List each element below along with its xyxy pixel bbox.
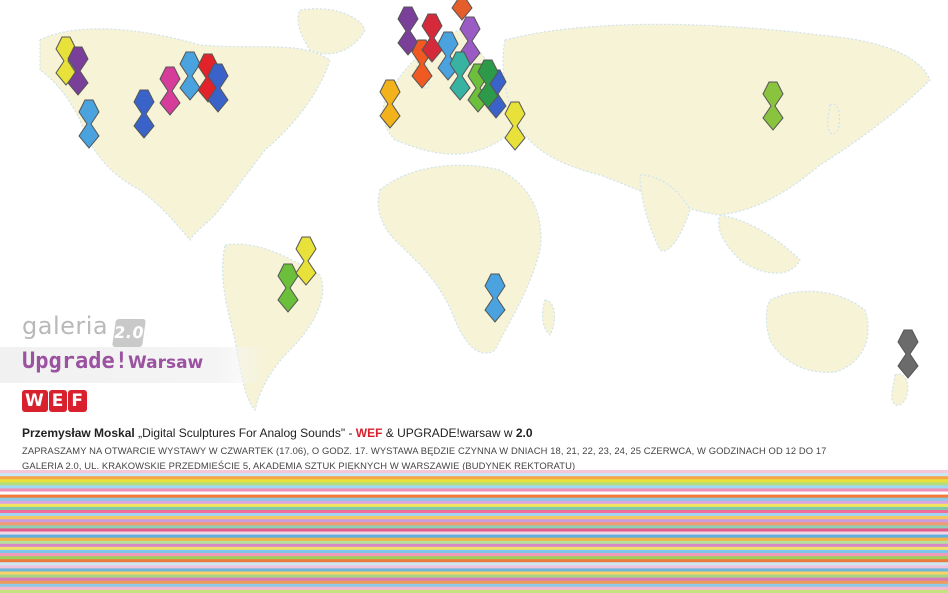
southeast-asia-landmass: [718, 214, 801, 274]
upgrade-warsaw-logo: Upgrade!Warsaw: [22, 349, 203, 374]
stripe: [0, 540, 948, 545]
stripe: [0, 516, 948, 520]
new-zealand-landmass: [891, 373, 909, 406]
stripe: [0, 528, 948, 532]
stripe: [0, 577, 948, 582]
stripe: [0, 491, 948, 496]
stripe: [0, 549, 948, 554]
headline: Przemysław Moskal „Digital Sculptures Fo…: [22, 426, 533, 440]
stripe: [0, 525, 948, 529]
stripe: [0, 506, 948, 511]
info-line-opening: ZAPRASZAMY NA OTWARCIE WYSTAWY W CZWARTE…: [22, 445, 827, 456]
stripe: [0, 470, 948, 474]
stripe: [0, 565, 948, 569]
stripe: [0, 574, 948, 579]
headline-wef: WEF: [355, 426, 383, 440]
stripe: [0, 543, 948, 548]
marker-shape: [897, 329, 919, 379]
headline-artist: Przemysław Moskal: [22, 426, 135, 440]
headline-title: „Digital Sculptures For Analog Sounds": [138, 426, 346, 440]
stripe: [0, 559, 948, 563]
rainbow-stripes: [0, 470, 948, 593]
headline-venue: 2.0: [515, 426, 533, 440]
stripe: [0, 562, 948, 566]
stripe: [0, 473, 948, 477]
stripe: [0, 503, 948, 508]
wef-logo-letter: W: [22, 390, 48, 412]
headline-rest: & UPGRADE!warsaw w: [382, 426, 516, 440]
stripe: [0, 500, 948, 505]
stripe: [0, 534, 948, 539]
stripe: [0, 580, 948, 585]
wef-logo-letter: F: [68, 390, 88, 412]
greenland-landmass: [297, 8, 366, 55]
wef-logo-letter: E: [48, 390, 68, 412]
stripe: [0, 537, 948, 542]
stripe: [0, 479, 948, 483]
galeria-badge: 2.0: [112, 319, 147, 347]
world-map: [39, 0, 931, 412]
stripe: [0, 513, 948, 517]
stripe: [0, 546, 948, 551]
stripe: [0, 583, 948, 588]
marker-sydney: [897, 329, 919, 379]
stripe: [0, 485, 948, 489]
headline-sep: -: [345, 426, 356, 440]
stripe: [0, 488, 948, 493]
galeria-logo-text: galeria: [22, 312, 109, 340]
stripe: [0, 568, 948, 572]
madagascar-landmass: [541, 299, 556, 336]
stripe: [0, 556, 948, 560]
africa-landmass: [377, 164, 542, 354]
stripe: [0, 586, 948, 591]
upgrade-logo-main: Upgrade!: [22, 349, 128, 374]
asia-landmass: [502, 23, 931, 216]
australia-landmass: [765, 290, 869, 373]
upgrade-logo-city: Warsaw: [127, 353, 204, 373]
stripe: [0, 476, 948, 480]
stripe: [0, 522, 948, 526]
stripe: [0, 531, 948, 536]
stripe: [0, 497, 948, 502]
stripe: [0, 494, 948, 499]
stripe: [0, 519, 948, 523]
stripe: [0, 482, 948, 486]
stripe: [0, 509, 948, 514]
stripe: [0, 571, 948, 576]
stripe: [0, 553, 948, 557]
wef-logo: WEF: [22, 390, 88, 412]
galeria-logo: galeria 2.0: [22, 312, 147, 347]
